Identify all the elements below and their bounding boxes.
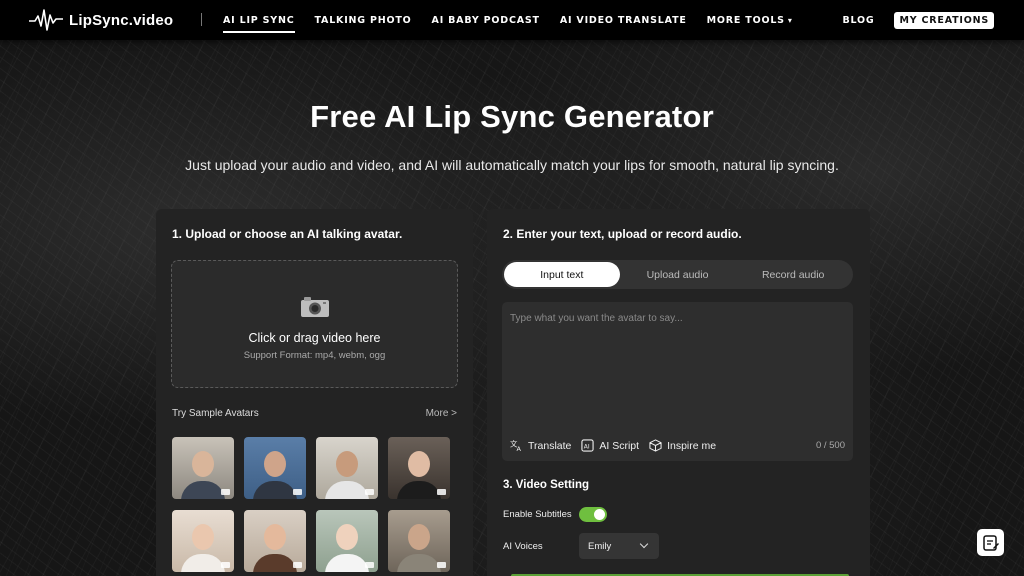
svg-text:AI: AI <box>584 443 590 450</box>
nav-divider <box>201 13 202 26</box>
my-creations-button[interactable]: MY CREATIONS <box>894 11 994 29</box>
chevron-down-icon <box>639 539 649 549</box>
avatar-face <box>408 451 430 477</box>
cube-icon <box>649 439 662 452</box>
sample-avatar[interactable] <box>316 437 378 499</box>
nav-talking-photo[interactable]: TALKING PHOTO <box>315 0 412 40</box>
avatar-body <box>397 481 441 499</box>
inspire-me-label: Inspire me <box>667 439 717 452</box>
script-text-box: 文 A Translate AI AI Script Inspire me 0 … <box>502 302 853 461</box>
video-dropzone[interactable]: Click or drag video here Support Format:… <box>171 260 458 388</box>
avatar-body <box>325 481 369 499</box>
sample-avatars-grid <box>172 437 452 572</box>
tab-record-audio[interactable]: Record audio <box>735 262 851 287</box>
svg-text:A: A <box>517 445 522 452</box>
nav-blog[interactable]: BLOG <box>842 15 874 26</box>
translate-icon: 文 A <box>510 439 522 452</box>
input-mode-tabs: Input text Upload audio Record audio <box>502 260 853 289</box>
dropzone-formats: Support Format: mp4, webm, ogg <box>243 350 386 361</box>
tab-input-text[interactable]: Input text <box>504 262 620 287</box>
step-3-title: 3. Video Setting <box>503 479 590 491</box>
more-avatars-link[interactable]: More > <box>426 408 457 419</box>
video-icon <box>293 562 302 568</box>
sample-avatar[interactable] <box>388 510 450 572</box>
avatar-face <box>192 451 214 477</box>
sample-avatar[interactable] <box>388 437 450 499</box>
waveform-logo-icon <box>29 9 63 31</box>
video-icon <box>221 489 230 495</box>
avatar-face <box>264 451 286 477</box>
page-title: Free AI Lip Sync Generator <box>310 99 714 134</box>
video-icon <box>437 562 446 568</box>
nav-more-tools[interactable]: MORE TOOLS ▾ <box>707 0 793 40</box>
camera-icon <box>301 297 329 317</box>
avatar-face <box>336 524 358 550</box>
chevron-down-icon: ▾ <box>787 15 793 25</box>
avatar-body <box>181 481 225 499</box>
sample-avatar[interactable] <box>172 510 234 572</box>
character-count: 0 / 500 <box>815 440 845 451</box>
feedback-button[interactable] <box>977 529 1004 556</box>
logo-text: LipSync.video <box>69 11 174 29</box>
sample-avatars-title: Try Sample Avatars <box>172 408 259 419</box>
tab-upload-audio[interactable]: Upload audio <box>620 262 736 287</box>
video-icon <box>365 489 374 495</box>
video-icon <box>437 489 446 495</box>
subtitles-toggle[interactable] <box>579 507 607 522</box>
ai-voice-selected: Emily <box>588 540 612 552</box>
sample-avatar[interactable] <box>244 437 306 499</box>
nav-ai-lip-sync[interactable]: AI LIP SYNC <box>223 0 295 40</box>
nav-ai-baby-podcast[interactable]: AI BABY PODCAST <box>432 0 540 40</box>
script-textarea[interactable] <box>502 302 853 430</box>
avatar-body <box>181 554 225 572</box>
avatar-face <box>264 524 286 550</box>
avatar-body <box>253 481 297 499</box>
video-icon <box>221 562 230 568</box>
step-2-title: 2. Enter your text, upload or record aud… <box>503 227 742 241</box>
edit-note-icon <box>982 534 999 551</box>
audio-input-panel: 2. Enter your text, upload or record aud… <box>487 209 870 576</box>
logo[interactable]: LipSync.video <box>29 7 173 33</box>
nav-more-tools-label: MORE TOOLS <box>706 14 785 26</box>
video-icon <box>293 489 302 495</box>
avatar-body <box>325 554 369 572</box>
translate-button[interactable]: 文 A Translate <box>510 439 571 452</box>
video-icon <box>365 562 374 568</box>
page-subtitle: Just upload your audio and video, and AI… <box>185 157 839 173</box>
ai-script-button[interactable]: AI AI Script <box>581 439 639 452</box>
inspire-me-button[interactable]: Inspire me <box>649 439 716 452</box>
avatar-upload-panel: 1. Upload or choose an AI talking avatar… <box>156 209 473 576</box>
ai-voices-label: AI Voices <box>503 541 543 552</box>
sample-avatar[interactable] <box>244 510 306 572</box>
top-navigation: LipSync.video AI LIP SYNC TALKING PHOTO … <box>0 0 1024 40</box>
avatar-face <box>336 451 358 477</box>
avatar-body <box>397 554 441 572</box>
avatar-body <box>253 554 297 572</box>
sample-avatar[interactable] <box>172 437 234 499</box>
ai-script-icon: AI <box>581 439 595 452</box>
translate-label: Translate <box>528 439 572 452</box>
avatar-face <box>408 524 430 550</box>
ai-voice-select[interactable]: Emily <box>579 533 659 559</box>
subtitles-label: Enable Subtitles <box>503 509 572 520</box>
nav-ai-video-translate[interactable]: AI VIDEO TRANSLATE <box>560 0 687 40</box>
avatar-face <box>192 524 214 550</box>
sample-avatar[interactable] <box>316 510 378 572</box>
ai-script-label: AI Script <box>599 439 640 452</box>
step-1-title: 1. Upload or choose an AI talking avatar… <box>172 227 403 241</box>
dropzone-label: Click or drag video here <box>248 331 381 345</box>
